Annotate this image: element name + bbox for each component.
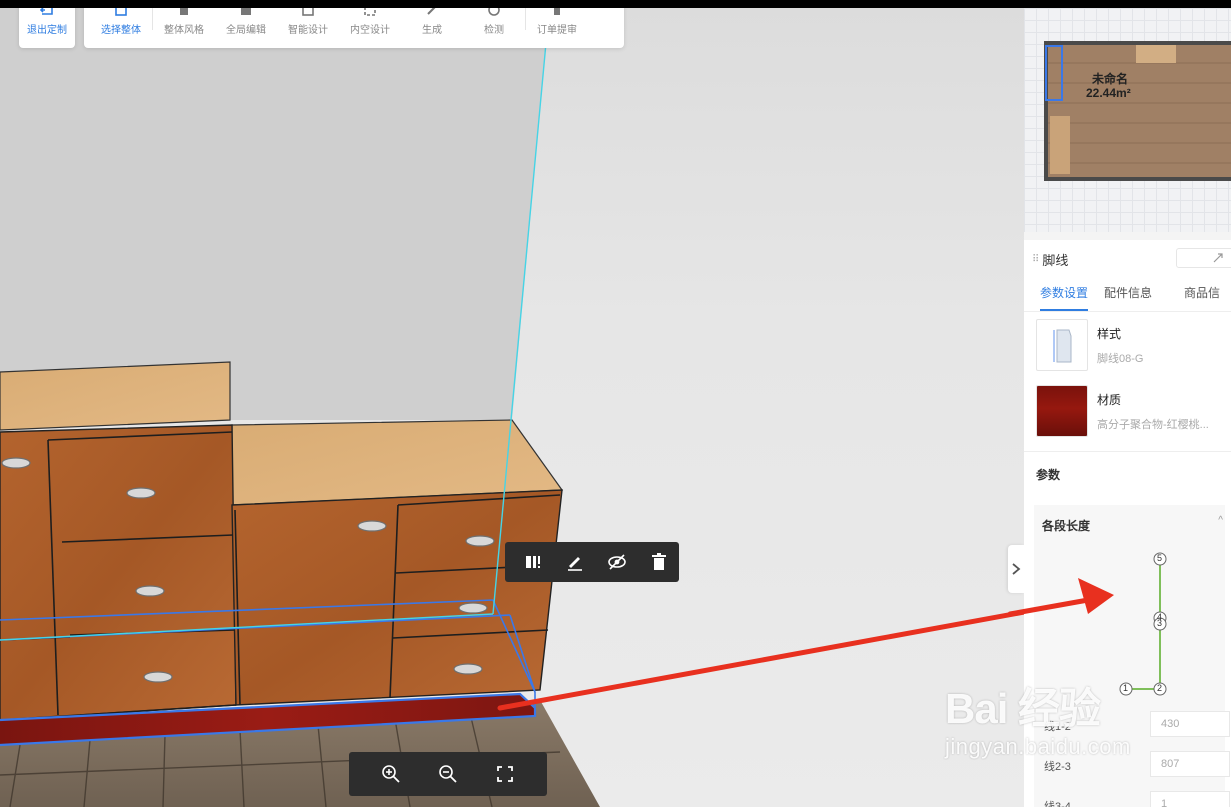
section-divider bbox=[1024, 444, 1231, 452]
segment-length-input[interactable]: 807 bbox=[1150, 751, 1230, 777]
panel-title: 脚线 bbox=[1042, 252, 1069, 268]
zoom-in-icon bbox=[382, 765, 400, 783]
chevron-right-icon bbox=[1012, 563, 1021, 575]
tab-accessories[interactable]: 配件信息 bbox=[1104, 278, 1168, 311]
style-value: 脚线08-G bbox=[1097, 352, 1144, 365]
object-context-bar bbox=[505, 542, 679, 582]
delete-button[interactable] bbox=[645, 548, 673, 576]
expand-button[interactable] bbox=[1176, 248, 1231, 268]
zoom-out-button[interactable] bbox=[433, 759, 463, 789]
hide-button[interactable] bbox=[603, 548, 631, 576]
cabinet-scene[interactable] bbox=[0, 0, 1024, 807]
pen-icon bbox=[568, 557, 582, 571]
style-row[interactable]: 样式 脚线08-G bbox=[1024, 312, 1231, 378]
split-button[interactable] bbox=[519, 548, 547, 576]
zoom-in-button[interactable] bbox=[376, 759, 406, 789]
diagram-node-label: 5 bbox=[1157, 553, 1163, 563]
diagram-node-label: 3 bbox=[1157, 618, 1163, 628]
panel-collapse-toggle[interactable] bbox=[1008, 545, 1024, 593]
params-heading: 参数 bbox=[1036, 468, 1061, 482]
toolbar-label: 整体风格 bbox=[164, 25, 204, 36]
panel-tabs: 参数设置 配件信息 商品信 bbox=[1024, 278, 1231, 312]
top-edge-bar bbox=[0, 0, 1231, 8]
toolbar-label: 全局编辑 bbox=[226, 25, 266, 36]
style-thumbnail bbox=[1036, 319, 1088, 371]
fit-view-button[interactable] bbox=[490, 759, 520, 789]
style-label: 样式 bbox=[1097, 326, 1122, 341]
segment-lengths-box: 各段长度 ^ 5 4 3 1 2 线1-2 430 线2-3 807 线3-4 … bbox=[1034, 505, 1230, 807]
room-name: 未命名 bbox=[1092, 72, 1129, 86]
tab-product-info[interactable]: 商品信 bbox=[1184, 278, 1231, 311]
split-icon bbox=[526, 556, 540, 568]
floorplan-drawing bbox=[1044, 41, 1231, 181]
left-unit-top bbox=[0, 361, 231, 431]
diagram-node-label: 2 bbox=[1157, 683, 1163, 693]
toolbar-label: 选择整体 bbox=[101, 25, 141, 36]
material-value: 高分子聚合物-红樱桃... bbox=[1097, 418, 1209, 431]
segment-label: 线3-4 bbox=[1044, 801, 1071, 807]
expand-icon bbox=[1213, 253, 1223, 263]
drag-handle-icon[interactable]: ⠿ bbox=[1032, 254, 1039, 265]
fullscreen-icon bbox=[496, 766, 513, 782]
3d-viewport[interactable]: 退出定制 选择整体 整体风格 全局编辑 智能设计 内空设计 生成 检测 订单提审 bbox=[0, 0, 1024, 807]
segment-label: 线2-3 bbox=[1044, 761, 1071, 773]
zoom-controls bbox=[349, 752, 547, 796]
exit-customize-label: 退出定制 bbox=[27, 25, 67, 36]
watermark-url: jingyan.baidu.com bbox=[945, 734, 1131, 759]
segment-length-input[interactable]: 1 bbox=[1150, 791, 1230, 807]
tab-params[interactable]: 参数设置 bbox=[1040, 278, 1089, 311]
material-swatch bbox=[1036, 385, 1088, 437]
segment-length-input[interactable]: 430 bbox=[1150, 711, 1230, 737]
toolbar-label: 内空设计 bbox=[350, 25, 390, 36]
room-area: 22.44m² bbox=[1086, 86, 1131, 100]
zoom-out-icon bbox=[439, 765, 457, 783]
baidu-watermark: Bai 经验 jingyan.baidu.com bbox=[945, 675, 1131, 760]
toolbar-label: 检测 bbox=[484, 25, 504, 36]
material-row[interactable]: 材质 高分子聚合物-红樱桃... bbox=[1024, 378, 1231, 444]
toolbar-label: 订单提审 bbox=[537, 25, 577, 36]
watermark-logo: Bai 经验 bbox=[945, 685, 1101, 732]
trash-icon bbox=[652, 553, 666, 570]
eye-off-icon bbox=[608, 554, 626, 570]
left-unit-front bbox=[0, 424, 237, 721]
edit-button[interactable] bbox=[561, 548, 589, 576]
floorplan-minimap[interactable]: 未命名 22.44m² bbox=[1024, 8, 1231, 232]
back-wall bbox=[0, 0, 550, 420]
profile-shape-icon bbox=[1053, 329, 1072, 363]
toolbar-label: 生成 bbox=[422, 25, 442, 36]
toolbar-label: 智能设计 bbox=[288, 25, 328, 36]
material-label: 材质 bbox=[1097, 392, 1122, 407]
panel-header: ⠿ 脚线 bbox=[1024, 240, 1231, 278]
